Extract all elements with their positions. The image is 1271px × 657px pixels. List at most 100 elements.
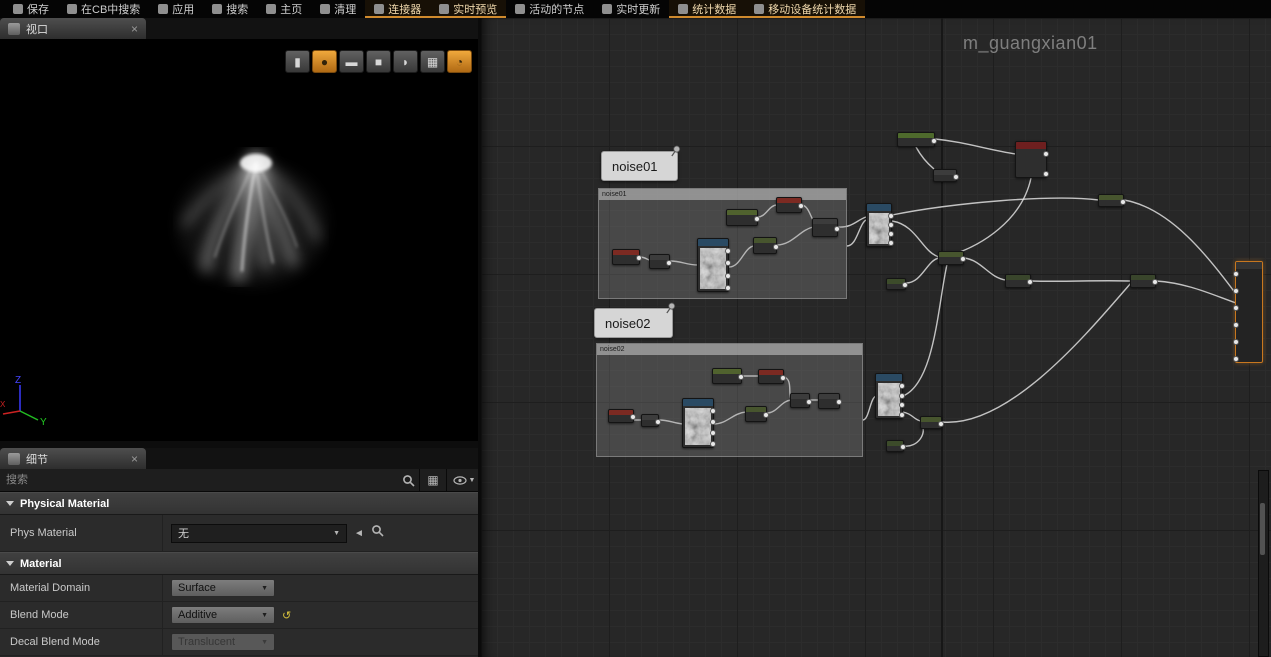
node-output-pin[interactable]: [630, 414, 636, 420]
node-output-pin[interactable]: [725, 272, 731, 279]
node-input-pin[interactable]: [1233, 271, 1239, 277]
graph-node[interactable]: [1098, 194, 1126, 207]
node-output-pin[interactable]: [960, 256, 966, 262]
menu-item[interactable]: 实时预览: [430, 0, 507, 18]
graph-node[interactable]: [812, 218, 840, 237]
panel-splitter-vertical[interactable]: [478, 18, 481, 657]
material-preview-viewport[interactable]: ▮ ● ▬ ■ ◗ ▦ ◔ Z Y X: [0, 39, 478, 441]
node-output-pin[interactable]: [938, 420, 944, 427]
node-input-pin[interactable]: [1233, 305, 1239, 311]
property-matrix-icon[interactable]: ▦: [419, 469, 446, 491]
node-output-pin[interactable]: [931, 137, 937, 144]
node-output-pin[interactable]: [888, 222, 894, 228]
comment-bubble[interactable]: noise01: [601, 145, 681, 181]
graph-node[interactable]: [1015, 141, 1049, 178]
texture-sample-node[interactable]: [697, 238, 731, 292]
graph-node[interactable]: [938, 251, 966, 265]
node-output-pin[interactable]: [636, 255, 642, 261]
node-output-pin[interactable]: [710, 441, 716, 447]
node-output-pin[interactable]: [763, 412, 769, 418]
menu-item[interactable]: 清理: [311, 0, 365, 18]
graph-node[interactable]: [726, 209, 760, 226]
node-output-pin[interactable]: [899, 383, 905, 389]
primitive-cylinder-button[interactable]: ▮: [285, 50, 310, 73]
graph-node[interactable]: [641, 414, 661, 427]
node-output-pin[interactable]: [1120, 198, 1126, 205]
browse-asset-icon[interactable]: [371, 524, 384, 542]
node-output-pin[interactable]: [836, 399, 842, 405]
details-scrollbar[interactable]: [1258, 470, 1269, 657]
view-options-icon[interactable]: ▼: [446, 469, 481, 491]
material-domain-dropdown[interactable]: Surface ▼: [171, 579, 275, 597]
texture-sample-node[interactable]: [875, 373, 905, 419]
node-output-pin[interactable]: [773, 243, 779, 250]
node-output-pin[interactable]: [725, 285, 731, 291]
node-output-pin[interactable]: [900, 444, 906, 450]
graph-node[interactable]: [920, 416, 944, 429]
section-physical-material[interactable]: Physical Material: [0, 492, 481, 515]
texture-sample-node[interactable]: [682, 398, 716, 448]
graph-node[interactable]: [712, 368, 744, 384]
node-output-pin[interactable]: [1043, 171, 1049, 177]
node-input-pin[interactable]: [1233, 339, 1239, 345]
comment-bubble[interactable]: noise02: [594, 302, 676, 338]
node-output-pin[interactable]: [899, 392, 905, 399]
close-icon[interactable]: ×: [131, 453, 138, 465]
node-output-pin[interactable]: [780, 374, 786, 381]
node-output-pin[interactable]: [1043, 151, 1049, 157]
menu-item[interactable]: 活动的节点: [506, 0, 593, 18]
phys-material-dropdown[interactable]: 无 ▼: [171, 523, 347, 543]
node-output-pin[interactable]: [710, 419, 716, 425]
node-output-pin[interactable]: [902, 282, 908, 288]
scrollbar-thumb[interactable]: [1260, 503, 1265, 555]
material-result-node[interactable]: [1233, 261, 1263, 363]
grid-toggle-button[interactable]: ▦: [420, 50, 445, 73]
tab-viewport[interactable]: 视口 ×: [0, 18, 146, 39]
node-output-pin[interactable]: [834, 225, 840, 232]
graph-node[interactable]: [753, 237, 779, 254]
texture-sample-node[interactable]: [866, 203, 894, 247]
material-graph-canvas[interactable]: m_guangxian01 noise01 noise01 noise02 noise…: [481, 18, 1271, 657]
node-input-pin[interactable]: [1233, 322, 1239, 328]
menu-item[interactable]: 统计数据: [669, 0, 746, 18]
primitive-plane-button[interactable]: ▬: [339, 50, 364, 73]
node-output-pin[interactable]: [710, 408, 716, 414]
node-input-pin[interactable]: [1233, 356, 1239, 362]
graph-node[interactable]: [608, 409, 636, 423]
node-output-pin[interactable]: [888, 240, 894, 246]
node-output-pin[interactable]: [888, 213, 894, 219]
graph-node[interactable]: [1005, 274, 1033, 288]
node-output-pin[interactable]: [806, 398, 812, 405]
graph-node[interactable]: [886, 278, 908, 290]
graph-node[interactable]: [886, 440, 906, 452]
menu-item[interactable]: 搜索: [203, 0, 257, 18]
blend-mode-dropdown[interactable]: Additive ▼: [171, 606, 275, 624]
node-output-pin[interactable]: [725, 248, 731, 254]
primitive-cube-button[interactable]: ■: [366, 50, 391, 73]
menu-item[interactable]: 连接器: [365, 0, 431, 18]
search-input[interactable]: [0, 469, 397, 491]
use-selected-asset-icon[interactable]: ◄: [354, 528, 364, 539]
section-material[interactable]: Material: [0, 552, 481, 575]
node-output-pin[interactable]: [1152, 279, 1158, 285]
node-output-pin[interactable]: [738, 374, 744, 380]
menu-item[interactable]: 移动设备统计数据: [745, 0, 866, 18]
node-output-pin[interactable]: [754, 215, 760, 222]
graph-node[interactable]: [897, 132, 937, 147]
panel-splitter-horizontal[interactable]: [0, 441, 481, 448]
menu-item[interactable]: 应用: [149, 0, 203, 18]
graph-node[interactable]: [1130, 274, 1158, 288]
node-output-pin[interactable]: [1027, 279, 1033, 285]
node-output-pin[interactable]: [710, 430, 716, 436]
graph-node[interactable]: [745, 406, 769, 422]
node-output-pin[interactable]: [798, 203, 804, 209]
node-output-pin[interactable]: [899, 412, 905, 418]
node-output-pin[interactable]: [655, 418, 661, 425]
realtime-toggle-button[interactable]: ◔: [447, 50, 472, 73]
node-output-pin[interactable]: [888, 231, 894, 237]
reset-to-default-icon[interactable]: ↺: [282, 609, 291, 622]
primitive-sphere-button[interactable]: ●: [312, 50, 337, 73]
menu-item[interactable]: 实时更新: [593, 0, 669, 18]
node-output-pin[interactable]: [666, 259, 672, 266]
graph-node[interactable]: [758, 369, 786, 384]
